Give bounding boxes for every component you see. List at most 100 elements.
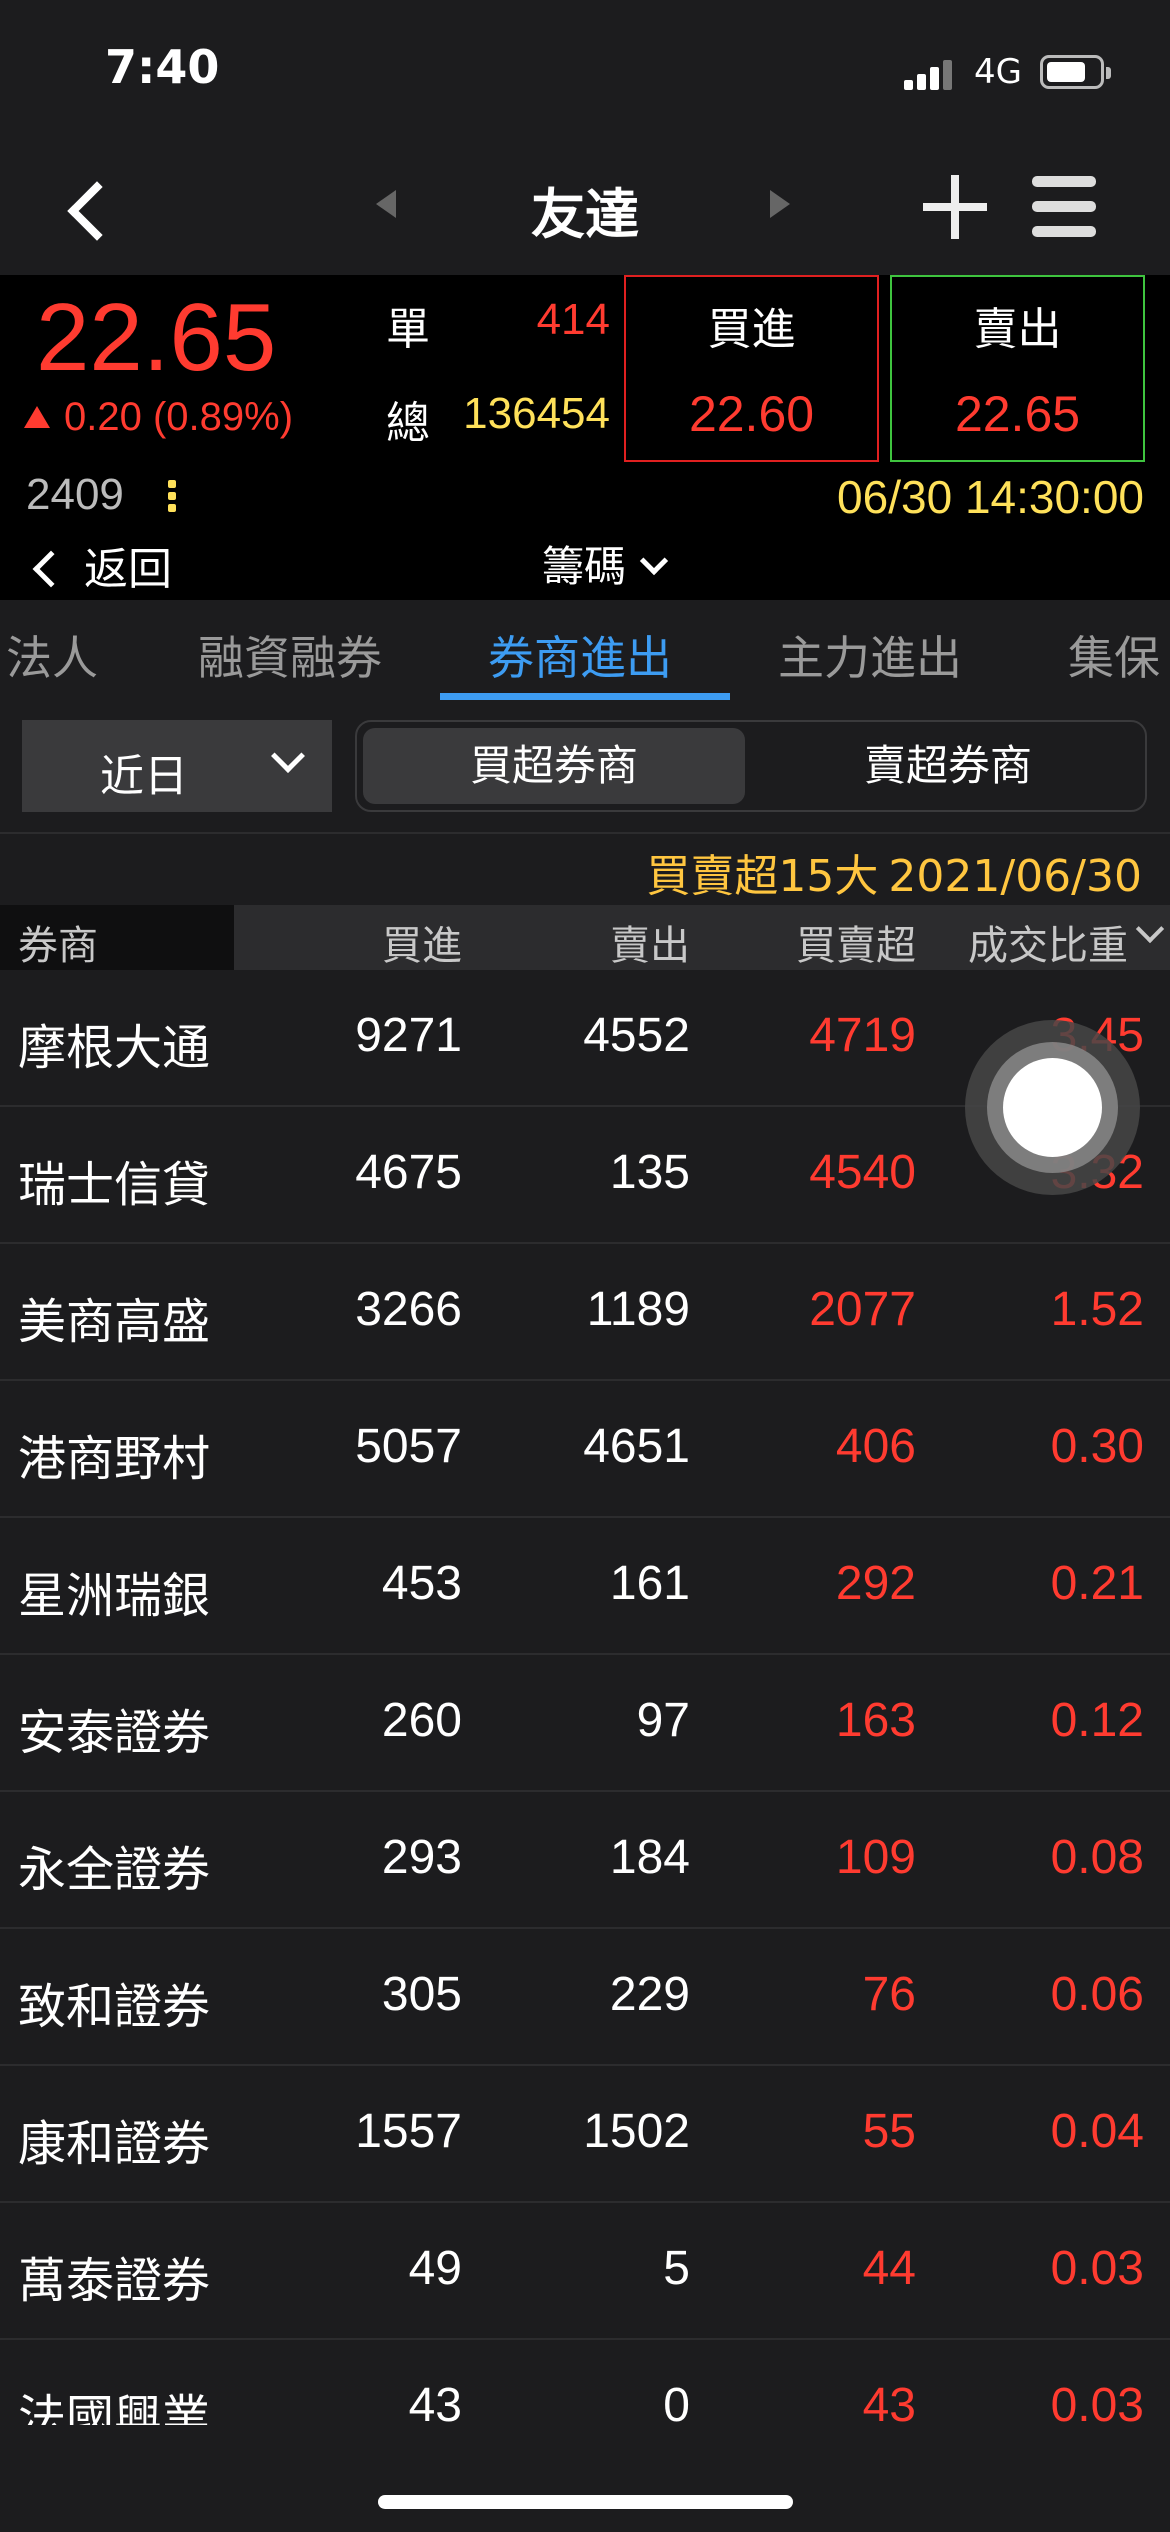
buy-button[interactable]: 買進 22.60 [624,275,879,462]
total-volume-label: 總 [386,398,430,449]
segment-net-sell[interactable]: 賣超券商 [757,728,1139,804]
header-sell[interactable]: 賣出 [610,913,690,971]
volume-ratio: 0.04 [1050,2105,1144,2158]
period-dropdown[interactable]: 近日 [22,720,332,812]
table-row[interactable]: 法國興業 43 0 43 0.03 [0,2340,1170,2425]
network-type: 4G [974,52,1022,92]
table-row[interactable]: 美商高盛 3266 1189 2077 1.52 [0,1244,1170,1381]
home-indicator[interactable] [378,2495,793,2509]
header-broker: 券商 [18,923,98,969]
price-change: 0.20 (0.89%) [24,395,293,440]
buy-volume: 5057 [355,1420,462,1473]
net-volume: 55 [862,2105,916,2158]
buy-volume: 305 [381,1968,462,2021]
net-volume: 2077 [809,1283,916,1336]
next-arrow-icon[interactable] [770,190,790,218]
quote-datetime: 06/30 14:30:00 [837,471,1144,523]
divider [0,832,1170,834]
buy-volume: 43 [408,2379,462,2425]
menu-icon[interactable] [1032,174,1096,238]
buy-volume: 293 [381,1831,462,1884]
assistive-touch-icon[interactable] [965,1020,1140,1195]
volume-ratio: 0.03 [1050,2242,1144,2295]
volume-ratio: 0.06 [1050,1968,1144,2021]
buy-price: 22.60 [688,386,815,442]
up-triangle-icon [24,406,50,428]
net-volume: 163 [835,1694,916,1747]
net-volume: 109 [835,1831,916,1884]
single-volume-value: 414 [536,295,610,344]
single-volume-label: 單 [386,304,430,355]
chips-dropdown[interactable]: 籌碼 [542,533,669,594]
header-buy[interactable]: 買進 [382,913,462,971]
total-volume-value: 136454 [463,389,610,438]
status-time: 7:40 [105,40,220,94]
net-volume: 44 [862,2242,916,2295]
volume-ratio: 0.12 [1050,1694,1144,1747]
broker-table: 摩根大通9271455247193.45瑞士信貸467513545403.32美… [0,970,1170,2425]
back-link-label: 返回 [84,544,172,595]
plus-icon[interactable] [923,175,987,239]
header-net[interactable]: 買賣超 [796,913,916,971]
chevron-down-icon [639,546,669,576]
sell-volume: 4651 [583,1420,690,1473]
sell-volume: 184 [609,1831,690,1884]
summary-title: 買賣超15大 [646,851,879,902]
table-row[interactable]: 安泰證券 260 97 163 0.12 [0,1655,1170,1792]
sell-volume: 1502 [583,2105,690,2158]
table-row[interactable]: 致和證券 305 229 76 0.06 [0,1929,1170,2066]
buy-volume: 49 [408,2242,462,2295]
tab-custody[interactable]: 集保 [1068,622,1160,688]
table-row[interactable]: 萬泰證券 49 5 44 0.03 [0,2203,1170,2340]
sell-volume: 4552 [583,1009,690,1062]
home-indicator-area [0,2425,1170,2532]
sell-price: 22.65 [954,386,1081,442]
broker-name: 萬泰證券 [18,2253,211,2309]
back-chevron-icon[interactable] [62,180,122,240]
broker-name: 星洲瑞銀 [18,1568,211,1624]
header-ratio[interactable]: 成交比重 [968,913,1128,971]
volume-ratio: 0.21 [1050,1557,1144,1610]
back-link[interactable]: 返回 [28,533,172,597]
quote-panel: 22.65 0.20 (0.89%) 單 414 總 136454 買進 22.… [0,275,1170,600]
app-screen: 7:40 4G 友達 22.65 0.20 (0.89%) 單 414 總 13… [0,0,1170,2532]
dropdown-chevron-icon [271,739,305,773]
table-row[interactable]: 星洲瑞銀 453 161 292 0.21 [0,1518,1170,1655]
net-volume: 4719 [809,1009,916,1062]
tab-margin[interactable]: 融資融券 [198,622,382,688]
period-label: 近日 [100,751,188,802]
broker-name: 永全證券 [18,1842,211,1898]
tab-major-flow[interactable]: 主力進出 [778,622,962,688]
active-tab-indicator [440,693,730,700]
broker-name: 法國興業 [18,2390,211,2425]
tab-bar: 法人 融資融券 券商進出 主力進出 集保 [0,600,1170,700]
broker-name: 港商野村 [18,1431,211,1487]
stock-title: 友達 [531,183,639,246]
net-volume: 4540 [809,1146,916,1199]
tab-institutional[interactable]: 法人 [6,622,98,688]
sort-chevron-icon[interactable] [1135,914,1165,944]
table-row[interactable]: 康和證券 1557 1502 55 0.04 [0,2066,1170,2203]
prev-arrow-icon[interactable] [376,190,396,218]
broker-name: 瑞士信貸 [18,1157,211,1213]
volume-ratio: 0.03 [1050,2379,1144,2425]
price-change-text: 0.20 (0.89%) [64,395,294,439]
table-row[interactable]: 永全證券 293 184 109 0.08 [0,1792,1170,1929]
sell-volume: 5 [663,2242,690,2295]
sell-volume: 135 [609,1146,690,1199]
back-link-chevron-icon [32,550,70,588]
buy-volume: 3266 [355,1283,462,1336]
sell-volume: 0 [663,2379,690,2425]
broker-name: 美商高盛 [18,1294,211,1350]
net-volume: 292 [835,1557,916,1610]
volume-ratio: 0.30 [1050,1420,1144,1473]
broker-name: 康和證券 [18,2116,211,2172]
table-row[interactable]: 港商野村 5057 4651 406 0.30 [0,1381,1170,1518]
net-volume: 43 [862,2379,916,2425]
buy-volume: 4675 [355,1146,462,1199]
broker-name: 安泰證券 [18,1705,211,1761]
filter-row: 近日 買超券商 賣超券商 [0,700,1170,830]
segment-net-buy[interactable]: 買超券商 [363,728,745,804]
tab-broker-flow[interactable]: 券商進出 [488,622,672,688]
sell-button[interactable]: 賣出 22.65 [890,275,1145,462]
